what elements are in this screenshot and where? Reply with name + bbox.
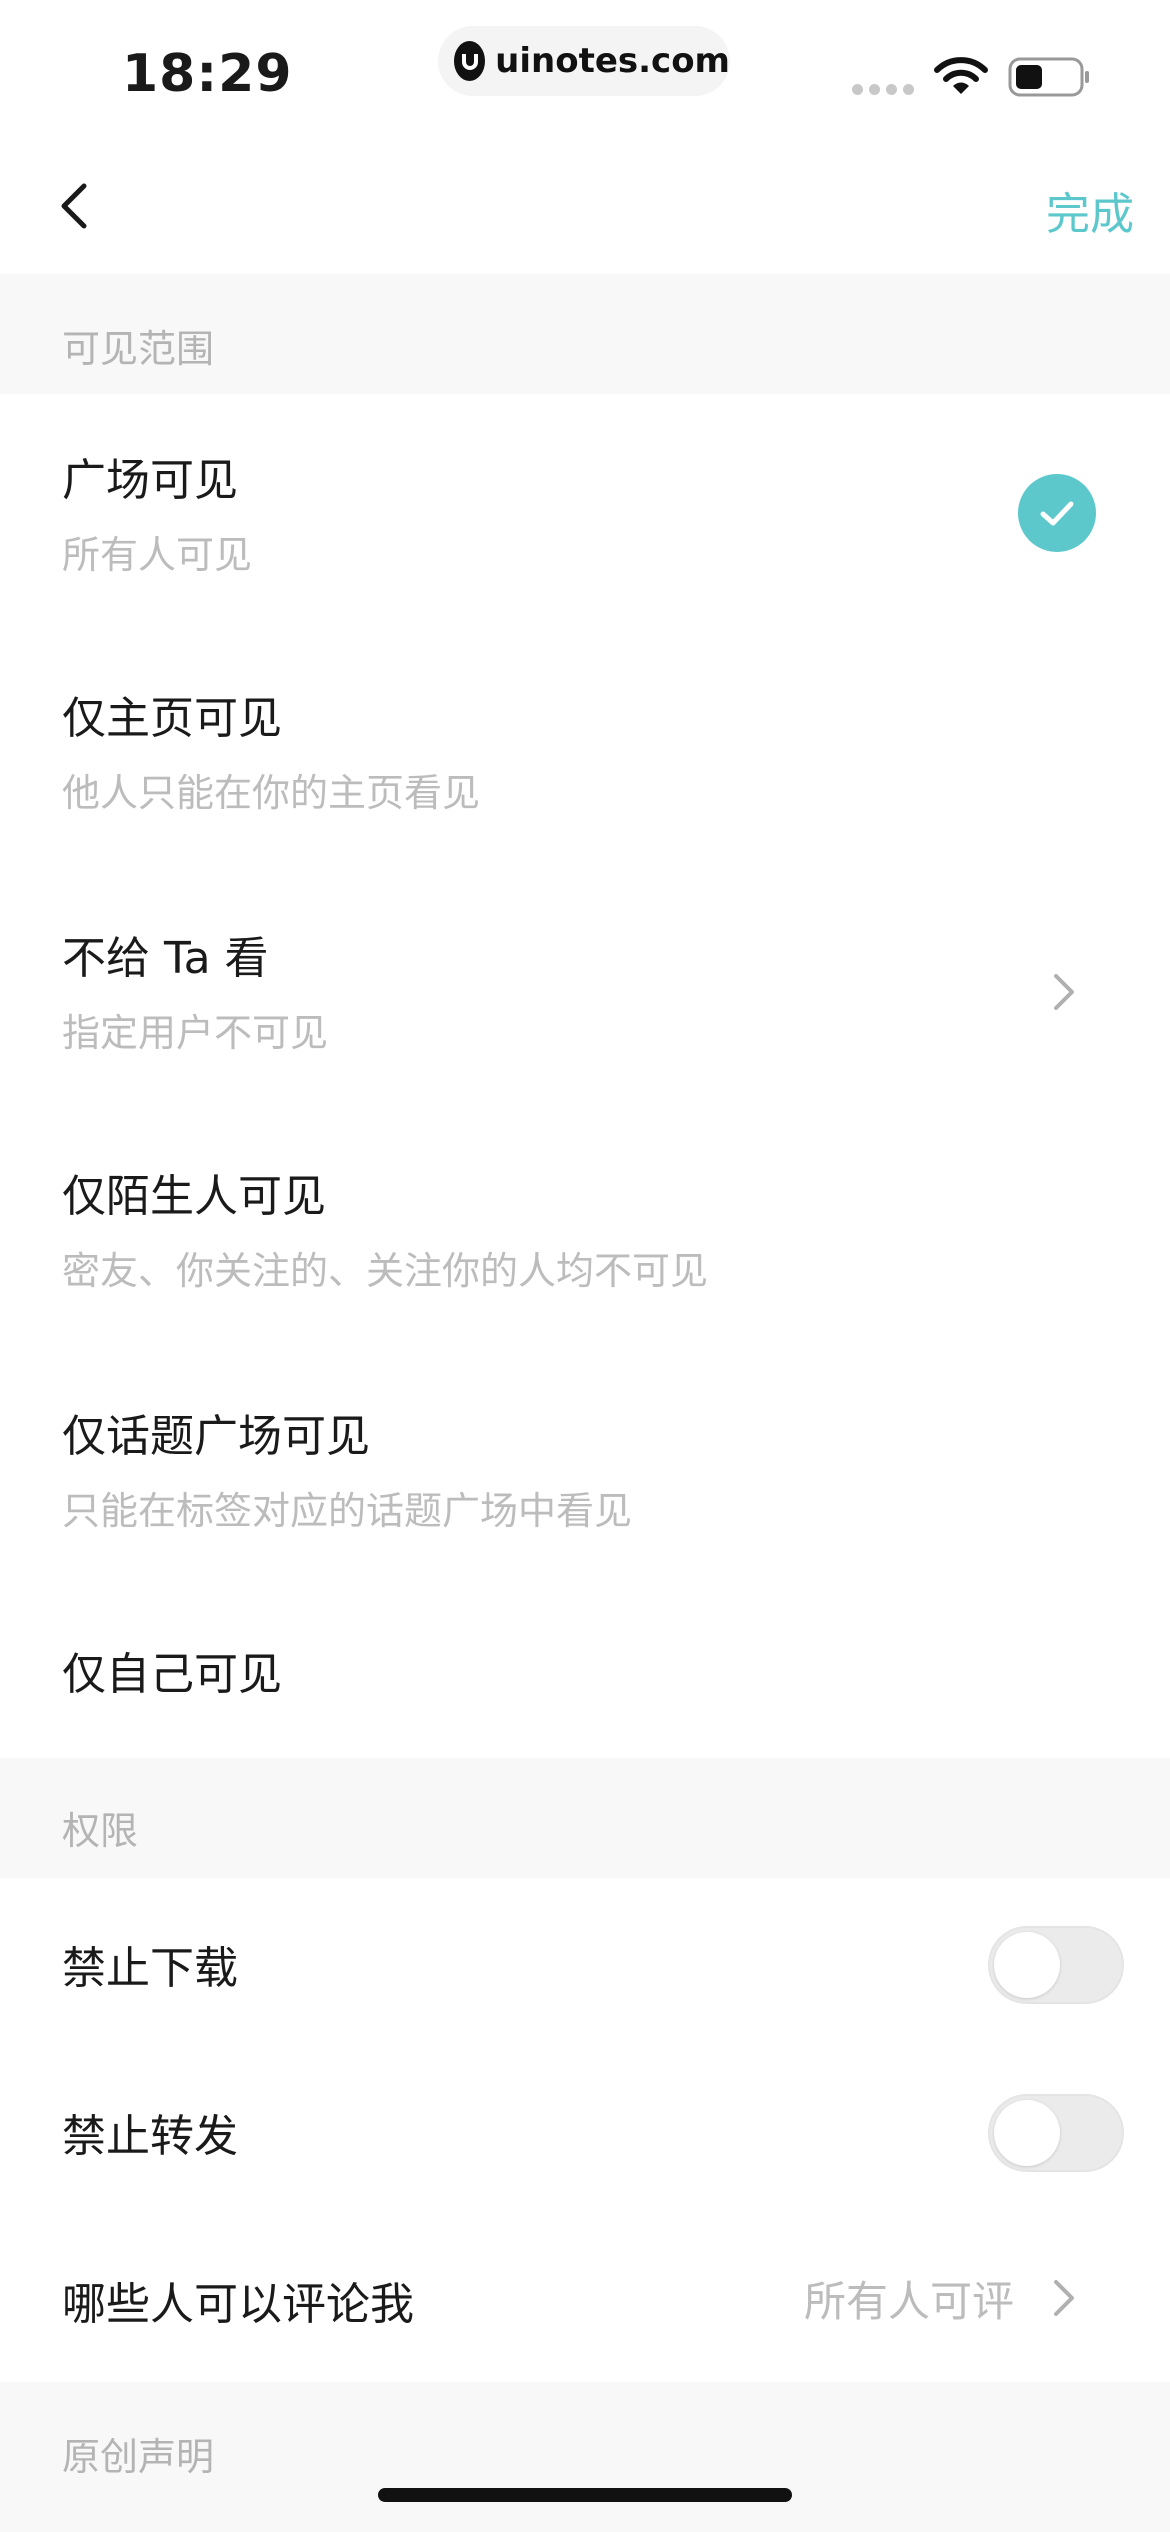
permission-label: 禁止转发: [62, 2111, 238, 2162]
option-homepage-only[interactable]: 仅主页可见 他人只能在你的主页看见: [0, 632, 1170, 870]
section-header-label: 原创声明: [62, 2435, 215, 2479]
option-subtitle: 所有人可见: [62, 533, 253, 577]
selected-check-icon: [1018, 474, 1096, 552]
toggle-knob: [994, 2100, 1060, 2166]
option-title: 仅主页可见: [62, 693, 282, 744]
url-text: uinotes.com: [495, 41, 730, 81]
site-logo-icon: [454, 41, 486, 81]
section-header-label: 可见范围: [62, 327, 215, 371]
section-header-label: 权限: [62, 1809, 139, 1853]
cellular-signal-icon: [852, 84, 914, 95]
option-subtitle: 只能在标签对应的话题广场中看见: [62, 1489, 633, 1533]
back-button[interactable]: [44, 176, 104, 236]
status-bar: 18:29 uinotes.com: [0, 0, 1170, 140]
option-title: 仅话题广场可见: [62, 1411, 370, 1462]
option-hide-from-users[interactable]: 不给 Ta 看 指定用户不可见: [0, 872, 1170, 1110]
done-button[interactable]: 完成: [1046, 178, 1134, 242]
comment-permission-value: 所有人可评: [804, 2277, 1015, 2326]
permission-label: 禁止下载: [62, 1943, 238, 1994]
wifi-icon: [934, 56, 988, 100]
section-header-permissions: 权限: [0, 1758, 1170, 1878]
disable-download-toggle[interactable]: [988, 1926, 1124, 2004]
disable-forward-toggle[interactable]: [988, 2094, 1124, 2172]
permission-who-can-comment[interactable]: 哪些人可以评论我 所有人可评: [0, 2214, 1170, 2382]
option-self-only[interactable]: 仅自己可见: [0, 1588, 1170, 1758]
option-title: 不给 Ta 看: [62, 933, 269, 984]
option-square-visible[interactable]: 广场可见 所有人可见: [0, 394, 1170, 632]
status-time: 18:29: [122, 44, 293, 104]
section-header-original: 原创声明: [0, 2382, 1170, 2532]
option-subtitle: 密友、你关注的、关注你的人均不可见: [62, 1249, 709, 1293]
permission-label: 哪些人可以评论我: [62, 2279, 414, 2330]
toggle-knob: [994, 1932, 1060, 1998]
home-indicator[interactable]: [378, 2488, 792, 2502]
url-pill[interactable]: uinotes.com: [438, 26, 730, 96]
chevron-left-icon: [61, 183, 87, 229]
battery-icon: [1008, 56, 1092, 102]
nav-bar: 完成: [0, 140, 1170, 274]
option-title: 广场可见: [62, 455, 238, 506]
chevron-right-icon: [1054, 2280, 1074, 2316]
option-title: 仅自己可见: [62, 1649, 282, 1700]
option-strangers-only[interactable]: 仅陌生人可见 密友、你关注的、关注你的人均不可见: [0, 1110, 1170, 1348]
option-topic-square-only[interactable]: 仅话题广场可见 只能在标签对应的话题广场中看见: [0, 1350, 1170, 1588]
option-title: 仅陌生人可见: [62, 1171, 326, 1222]
option-subtitle: 他人只能在你的主页看见: [62, 771, 481, 815]
section-header-visibility: 可见范围: [0, 274, 1170, 394]
chevron-right-icon: [1054, 974, 1074, 1010]
option-subtitle: 指定用户不可见: [62, 1011, 329, 1055]
